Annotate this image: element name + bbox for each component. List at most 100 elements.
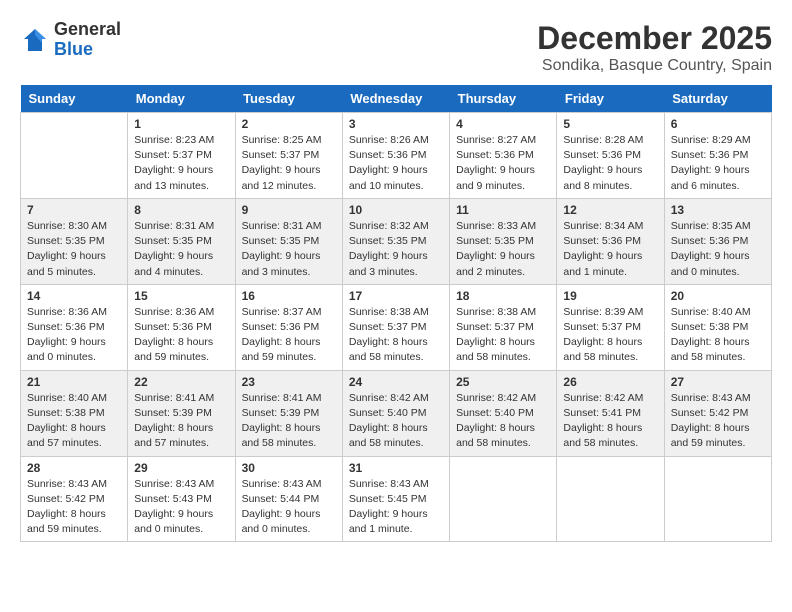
day-number: 9 [242,203,336,217]
calendar-cell: 8Sunrise: 8:31 AMSunset: 5:35 PMDaylight… [128,198,235,284]
day-header-saturday: Saturday [664,85,771,113]
calendar-cell: 23 Sunrise: 8:41 AMSunset: 5:39 PMDayligh… [235,370,342,456]
day-header-friday: Friday [557,85,664,113]
day-info: Sunrise: 8:30 AMSunset: 5:35 PMDaylight:… [27,219,121,280]
day-number: 18 [456,289,550,303]
calendar-cell: 21Sunrise: 8:40 AMSunset: 5:38 PMDayligh… [21,370,128,456]
calendar-cell [450,456,557,542]
day-number: 5 [563,117,657,131]
calendar-cell: 22 Sunrise: 8:41 AMSunset: 5:39 PMDayligh… [128,370,235,456]
calendar-cell: 29Sunrise: 8:43 AMSunset: 5:43 PMDayligh… [128,456,235,542]
page-header: General Blue December 2025 Sondika, Basq… [20,20,772,75]
day-number: 30 [242,461,336,475]
calendar-cell: 27Sunrise: 8:43 AMSunset: 5:42 PMDayligh… [664,370,771,456]
calendar-cell: 10 Sunrise: 8:32 AMSunset: 5:35 PMDayligh… [342,198,449,284]
day-number: 2 [242,117,336,131]
day-info: Sunrise: 8:37 AMSunset: 5:36 PMDaylight:… [242,305,336,366]
day-header-sunday: Sunday [21,85,128,113]
calendar-cell: 28 Sunrise: 8:43 AMSunset: 5:42 PMDayligh… [21,456,128,542]
day-info: Sunrise: 8:27 AMSunset: 5:36 PMDaylight:… [456,133,550,194]
day-number: 11 [456,203,550,217]
day-number: 6 [671,117,765,131]
calendar-cell [557,456,664,542]
week-row-3: 14Sunrise: 8:36 AMSunset: 5:36 PMDayligh… [21,284,772,370]
day-info: Sunrise: 8:26 AMSunset: 5:36 PMDaylight:… [349,133,443,194]
calendar-cell: 17Sunrise: 8:38 AMSunset: 5:37 PMDayligh… [342,284,449,370]
day-info: Sunrise: 8:41 AMSunset: 5:39 PMDaylight:… [242,391,336,452]
calendar-table: SundayMondayTuesdayWednesdayThursdayFrid… [20,85,772,542]
calendar-cell: 3 Sunrise: 8:26 AMSunset: 5:36 PMDaylight… [342,113,449,199]
location: Sondika, Basque Country, Spain [537,57,772,75]
day-number: 7 [27,203,121,217]
day-info: Sunrise: 8:42 AMSunset: 5:40 PMDaylight:… [456,391,550,452]
day-info: Sunrise: 8:25 AMSunset: 5:37 PMDaylight:… [242,133,336,194]
day-info: Sunrise: 8:38 AMSunset: 5:37 PMDaylight:… [349,305,443,366]
day-info: Sunrise: 8:28 AMSunset: 5:36 PMDaylight:… [563,133,657,194]
day-info: Sunrise: 8:31 AMSunset: 5:35 PMDaylight:… [242,219,336,280]
calendar-cell: 6 Sunrise: 8:29 AMSunset: 5:36 PMDaylight… [664,113,771,199]
day-info: Sunrise: 8:41 AMSunset: 5:39 PMDaylight:… [134,391,228,452]
week-row-1: 1Sunrise: 8:23 AMSunset: 5:37 PMDaylight… [21,113,772,199]
day-number: 27 [671,375,765,389]
day-info: Sunrise: 8:43 AMSunset: 5:44 PMDaylight:… [242,477,336,538]
day-number: 29 [134,461,228,475]
day-info: Sunrise: 8:31 AMSunset: 5:35 PMDaylight:… [134,219,228,280]
day-number: 26 [563,375,657,389]
day-number: 3 [349,117,443,131]
day-number: 25 [456,375,550,389]
logo-blue: Blue [54,40,121,60]
calendar-cell: 12 Sunrise: 8:34 AMSunset: 5:36 PMDayligh… [557,198,664,284]
week-row-2: 7 Sunrise: 8:30 AMSunset: 5:35 PMDaylight… [21,198,772,284]
calendar-cell: 13 Sunrise: 8:35 AMSunset: 5:36 PMDayligh… [664,198,771,284]
day-info: Sunrise: 8:33 AMSunset: 5:35 PMDaylight:… [456,219,550,280]
day-number: 4 [456,117,550,131]
day-info: Sunrise: 8:35 AMSunset: 5:36 PMDaylight:… [671,219,765,280]
day-info: Sunrise: 8:32 AMSunset: 5:35 PMDaylight:… [349,219,443,280]
day-info: Sunrise: 8:43 AMSunset: 5:42 PMDaylight:… [27,477,121,538]
calendar-cell: 5 Sunrise: 8:28 AMSunset: 5:36 PMDaylight… [557,113,664,199]
calendar-cell: 26 Sunrise: 8:42 AMSunset: 5:41 PMDayligh… [557,370,664,456]
month-title: December 2025 [537,20,772,57]
day-number: 24 [349,375,443,389]
calendar-cell: 11 Sunrise: 8:33 AMSunset: 5:35 PMDayligh… [450,198,557,284]
day-info: Sunrise: 8:36 AMSunset: 5:36 PMDaylight:… [134,305,228,366]
calendar-cell: 25 Sunrise: 8:42 AMSunset: 5:40 PMDayligh… [450,370,557,456]
day-number: 12 [563,203,657,217]
day-header-thursday: Thursday [450,85,557,113]
day-info: Sunrise: 8:23 AMSunset: 5:37 PMDaylight:… [134,133,228,194]
calendar-cell: 24 Sunrise: 8:42 AMSunset: 5:40 PMDayligh… [342,370,449,456]
day-number: 15 [134,289,228,303]
day-number: 10 [349,203,443,217]
day-info: Sunrise: 8:40 AMSunset: 5:38 PMDaylight:… [27,391,121,452]
day-header-monday: Monday [128,85,235,113]
calendar-cell: 9 Sunrise: 8:31 AMSunset: 5:35 PMDaylight… [235,198,342,284]
day-info: Sunrise: 8:43 AMSunset: 5:45 PMDaylight:… [349,477,443,538]
calendar-cell: 19Sunrise: 8:39 AMSunset: 5:37 PMDayligh… [557,284,664,370]
day-number: 16 [242,289,336,303]
week-row-4: 21Sunrise: 8:40 AMSunset: 5:38 PMDayligh… [21,370,772,456]
calendar-cell: 20Sunrise: 8:40 AMSunset: 5:38 PMDayligh… [664,284,771,370]
day-info: Sunrise: 8:42 AMSunset: 5:40 PMDaylight:… [349,391,443,452]
day-info: Sunrise: 8:34 AMSunset: 5:36 PMDaylight:… [563,219,657,280]
day-number: 28 [27,461,121,475]
day-info: Sunrise: 8:36 AMSunset: 5:36 PMDaylight:… [27,305,121,366]
header-row: SundayMondayTuesdayWednesdayThursdayFrid… [21,85,772,113]
day-number: 13 [671,203,765,217]
day-number: 31 [349,461,443,475]
day-number: 20 [671,289,765,303]
logo-general: General [54,20,121,40]
calendar-cell: 4 Sunrise: 8:27 AMSunset: 5:36 PMDaylight… [450,113,557,199]
day-number: 22 [134,375,228,389]
day-info: Sunrise: 8:38 AMSunset: 5:37 PMDaylight:… [456,305,550,366]
calendar-cell: 1Sunrise: 8:23 AMSunset: 5:37 PMDaylight… [128,113,235,199]
day-info: Sunrise: 8:42 AMSunset: 5:41 PMDaylight:… [563,391,657,452]
calendar-cell: 15 Sunrise: 8:36 AMSunset: 5:36 PMDayligh… [128,284,235,370]
logo: General Blue [20,20,121,60]
calendar-cell: 7 Sunrise: 8:30 AMSunset: 5:35 PMDaylight… [21,198,128,284]
calendar-cell: 30 Sunrise: 8:43 AMSunset: 5:44 PMDayligh… [235,456,342,542]
day-info: Sunrise: 8:29 AMSunset: 5:36 PMDaylight:… [671,133,765,194]
calendar-cell: 16 Sunrise: 8:37 AMSunset: 5:36 PMDayligh… [235,284,342,370]
calendar-cell [664,456,771,542]
calendar-cell [21,113,128,199]
day-number: 23 [242,375,336,389]
